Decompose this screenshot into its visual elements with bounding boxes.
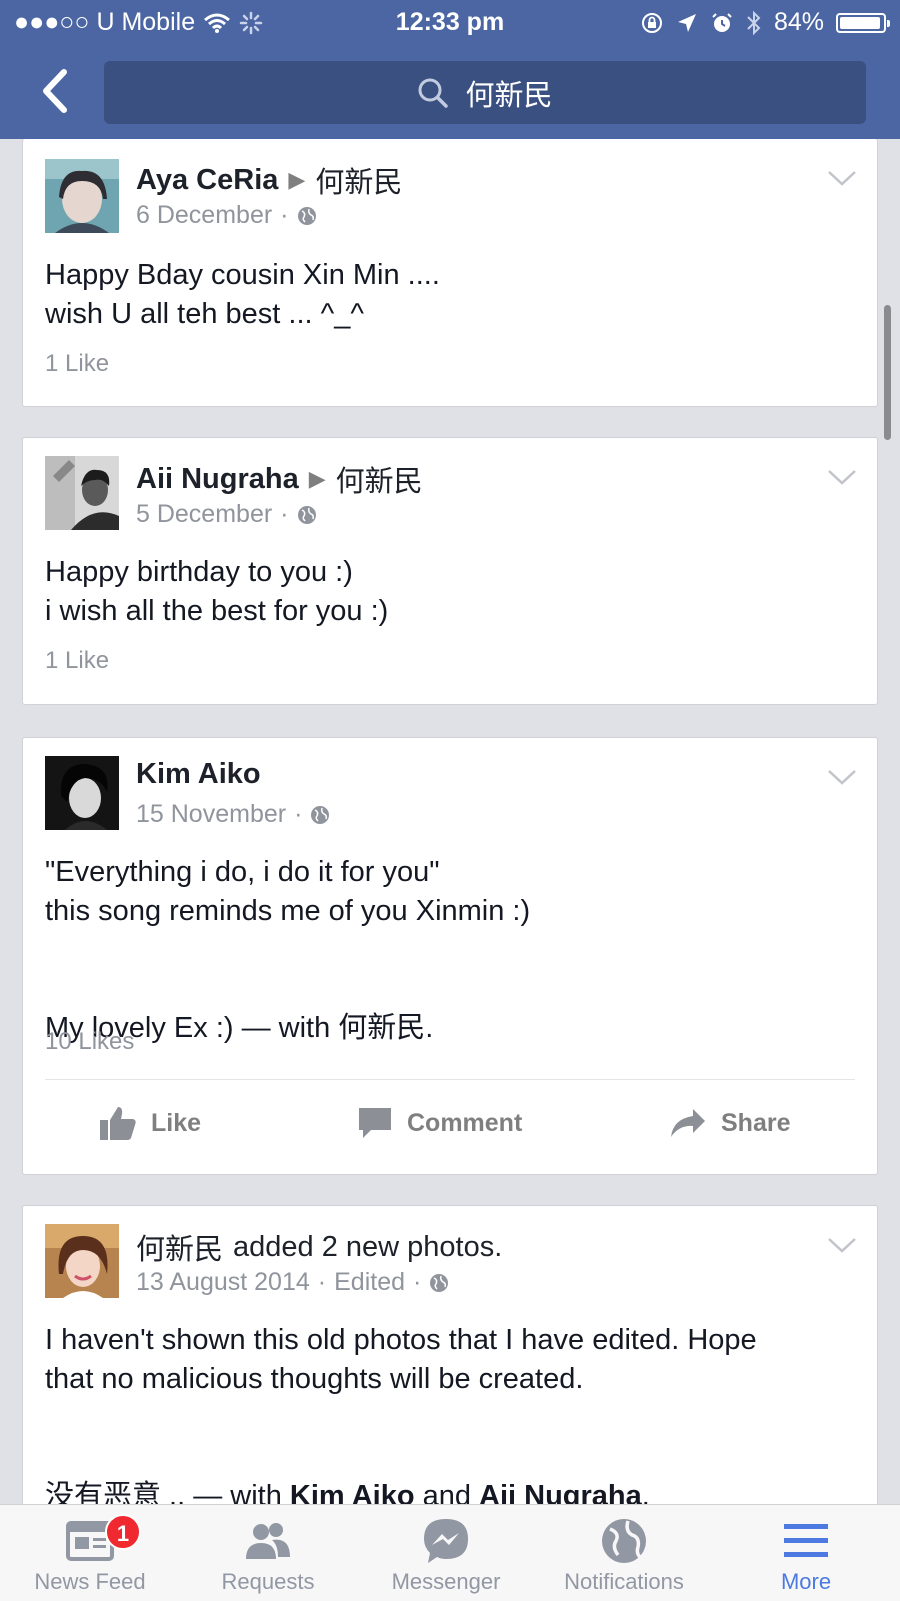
post-meta: 13 August 2014 · Edited ·: [136, 1268, 449, 1297]
post-card: 何新民 added 2 new photos. 13 August 2014 ·…: [22, 1205, 878, 1525]
dot-separator: ·: [413, 1268, 422, 1296]
edited-label[interactable]: Edited: [334, 1268, 405, 1297]
post-card: Kim Aiko 15 November · "Everything i do,…: [22, 737, 878, 1175]
scrollbar[interactable]: [884, 305, 891, 440]
dot-separator: ·: [280, 201, 289, 229]
post-meta: 5 December ·: [136, 500, 317, 529]
share-button[interactable]: Share: [669, 1090, 790, 1156]
like-label: Like: [151, 1108, 202, 1137]
arrow-right-icon: ▶: [308, 466, 326, 491]
period: .: [425, 1012, 434, 1044]
comment-label: Comment: [407, 1108, 523, 1137]
tab-more[interactable]: More: [716, 1505, 896, 1601]
comment-icon: [359, 1108, 391, 1138]
tagged-name[interactable]: 何新民: [338, 1012, 425, 1044]
tab-bar: 1 News Feed Requests Messenger Notificat…: [0, 1504, 900, 1601]
alarm-icon: [712, 12, 732, 32]
post-date[interactable]: 5 December: [136, 500, 272, 529]
dot-separator: ·: [280, 500, 289, 528]
tab-label: News Feed: [34, 1569, 146, 1594]
post-text: I haven't shown this old photos that I h…: [45, 1324, 757, 1395]
like-count[interactable]: 10 Likes: [45, 1028, 134, 1056]
chevron-down-icon[interactable]: [827, 468, 857, 486]
location-arrow-icon: [677, 13, 696, 32]
post-date[interactable]: 13 August 2014: [136, 1268, 310, 1297]
post-header: Aya CeRia ▶ 何新民: [136, 159, 402, 201]
post-date[interactable]: 6 December: [136, 201, 272, 230]
avatar[interactable]: [45, 159, 119, 233]
tab-notifications[interactable]: Notifications: [534, 1505, 714, 1601]
avatar[interactable]: [45, 1224, 119, 1298]
tab-label: Notifications: [564, 1569, 684, 1594]
comment-button[interactable]: Comment: [357, 1090, 522, 1156]
tab-label: Requests: [221, 1569, 315, 1594]
author-name[interactable]: Kim Aiko: [136, 758, 261, 791]
post-card: Aii Nugraha ▶ 何新民 5 December · Happy bir…: [22, 437, 878, 705]
tab-label: Messenger: [391, 1569, 501, 1594]
globe-icon: [602, 1519, 646, 1563]
thumbs-up-icon: [100, 1107, 136, 1140]
globe-icon: [297, 206, 316, 225]
post-meta: 6 December ·: [136, 201, 317, 230]
arrow-right-icon: ▶: [288, 167, 306, 192]
battery-fill: [840, 16, 880, 29]
post-action-text: added 2 new photos.: [233, 1230, 503, 1263]
status-right: 84%: [640, 8, 890, 37]
notification-badge: 1: [105, 1514, 141, 1550]
requests-icon: [246, 1523, 290, 1559]
avatar[interactable]: [45, 756, 119, 830]
author-name[interactable]: 何新民: [136, 1226, 223, 1268]
like-count[interactable]: 1 Like: [45, 350, 109, 378]
share-label: Share: [721, 1108, 791, 1137]
share-icon: [671, 1109, 705, 1137]
tab-label: More: [780, 1569, 832, 1594]
globe-icon: [297, 505, 316, 524]
search-bar[interactable]: 何新民: [104, 61, 866, 124]
dot-separator: ·: [294, 800, 303, 828]
post-text-line: this song reminds me of you Xinmin :): [45, 895, 531, 927]
search-query: 何新民: [465, 79, 553, 112]
back-arrow-icon[interactable]: [36, 66, 80, 116]
post-text-line: "Everything i do, i do it for you": [45, 856, 440, 888]
post-header: Aii Nugraha ▶ 何新民: [136, 458, 423, 500]
chevron-down-icon[interactable]: [827, 768, 857, 786]
globe-icon: [430, 1273, 449, 1292]
tab-news-feed[interactable]: 1 News Feed: [0, 1505, 180, 1601]
tab-requests[interactable]: Requests: [178, 1505, 358, 1601]
like-button[interactable]: Like: [99, 1090, 201, 1156]
post-header: 何新民 added 2 new photos.: [136, 1226, 502, 1268]
dot-separator: ·: [317, 1268, 327, 1296]
post-date[interactable]: 15 November: [136, 800, 286, 829]
status-bar: ●●●○○ U Mobile 12:33 pm 84%: [0, 0, 900, 44]
post-text: Happy Bday cousin Xin Min .... wish U al…: [45, 259, 440, 330]
author-name[interactable]: Aya CeRia: [136, 164, 278, 197]
post-meta: 15 November ·: [136, 800, 330, 829]
like-count[interactable]: 1 Like: [45, 647, 109, 675]
battery-icon: [836, 12, 890, 33]
header-bar: ●●●○○ U Mobile 12:33 pm 84% 何新民: [0, 0, 900, 139]
battery-percent: 84%: [773, 8, 824, 36]
post-card: Aya CeRia ▶ 何新民 6 December · Happy Bday …: [22, 139, 878, 407]
search-icon: [418, 78, 449, 108]
bluetooth-icon: [747, 10, 761, 35]
messenger-icon: [424, 1519, 468, 1563]
rotation-lock-icon: [641, 12, 662, 33]
avatar[interactable]: [45, 456, 119, 530]
chevron-down-icon[interactable]: [827, 169, 857, 187]
author-name[interactable]: Aii Nugraha: [136, 463, 299, 496]
target-name[interactable]: 何新民: [336, 458, 423, 500]
menu-icon: [784, 1524, 828, 1557]
chevron-down-icon[interactable]: [827, 1236, 857, 1254]
post-text: Happy birthday to you :) i wish all the …: [45, 556, 389, 627]
target-name[interactable]: 何新民: [315, 159, 402, 201]
tab-messenger[interactable]: Messenger: [356, 1505, 536, 1601]
globe-icon: [311, 805, 330, 824]
divider: [45, 1079, 855, 1080]
post-header: Kim Aiko: [136, 758, 261, 791]
